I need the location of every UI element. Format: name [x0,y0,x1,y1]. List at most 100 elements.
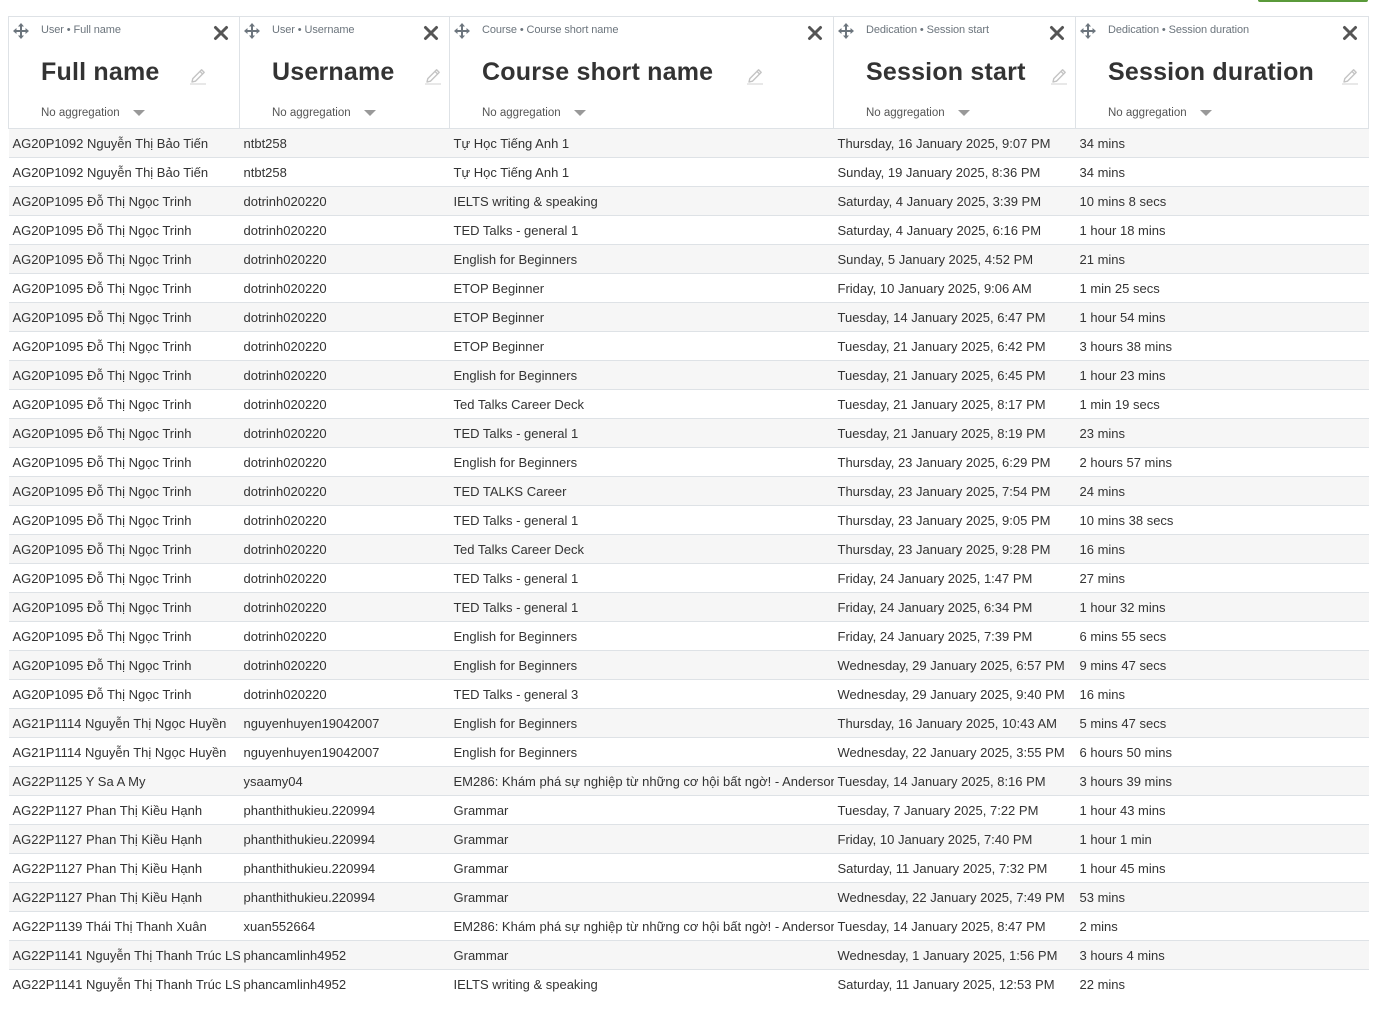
cell-username: phanthithukieu.220994 [239,882,450,912]
aggregation-select[interactable]: No aggregation [1108,107,1213,119]
column-title: Full name [41,58,160,86]
table-row: AG22P1125 Y Sa A My ysaamy04 EM286: Khám p… [8,766,1369,796]
cell-course-short-name: TED Talks - general 1 [449,215,834,245]
table-row: AG20P1092 Nguyễn Thị Bảo Tiến ntbt258 Tự H… [8,128,1369,158]
cell-username: phanthithukieu.220994 [239,795,450,825]
cell-username: ntbt258 [239,157,450,187]
cell-username: dotrinh020220 [239,215,450,245]
chevron-down-icon [132,110,145,116]
cell-username: dotrinh020220 [239,302,450,332]
cell-course-short-name: English for Beginners [449,360,834,390]
table-row: AG20P1095 Đỗ Thị Ngọc Trinh dotrinh020220… [8,244,1369,274]
cell-course-short-name: TED Talks - general 1 [449,592,834,622]
cell-full-name: AG20P1095 Đỗ Thị Ngọc Trinh [8,534,240,564]
cell-course-short-name: Grammar [449,824,834,854]
cell-username: phanthithukieu.220994 [239,824,450,854]
cell-course-short-name: English for Beginners [449,447,834,477]
move-icon[interactable] [454,23,470,39]
column-header-username: User • Username Username No aggregation [239,16,450,129]
table-row: AG20P1095 Đỗ Thị Ngọc Trinh dotrinh020220… [8,418,1369,448]
table-row: AG20P1095 Đỗ Thị Ngọc Trinh dotrinh020220… [8,331,1369,361]
cell-username: dotrinh020220 [239,244,450,274]
cell-username: xuan552664 [239,911,450,941]
cell-session-duration: 22 mins [1075,969,1369,998]
cell-session-start: Friday, 10 January 2025, 9:06 AM [833,273,1076,303]
cell-username: nguyenhuyen19042007 [239,708,450,738]
cell-full-name: AG20P1095 Đỗ Thị Ngọc Trinh [8,679,240,709]
cell-session-start: Sunday, 19 January 2025, 8:36 PM [833,157,1076,187]
cell-session-duration: 1 min 25 secs [1075,273,1369,303]
cell-course-short-name: TED Talks - general 1 [449,418,834,448]
cell-full-name: AG22P1141 Nguyễn Thị Thanh Trúc LS [8,940,240,970]
move-icon[interactable] [838,23,854,39]
close-icon[interactable] [807,25,823,41]
table-row: AG22P1141 Nguyễn Thị Thanh Trúc LS phanca… [8,969,1369,998]
aggregation-select[interactable]: No aggregation [866,107,971,119]
cell-username: ntbt258 [239,128,450,158]
cell-course-short-name: ETOP Beginner [449,302,834,332]
table-row: AG22P1127 Phan Thị Kiều Hạnh phanthithuki… [8,795,1369,825]
cell-username: dotrinh020220 [239,679,450,709]
cell-full-name: AG20P1095 Đỗ Thị Ngọc Trinh [8,505,240,535]
column-header-full-name: User • Full name Full name No aggregation [8,16,240,129]
pencil-icon[interactable] [189,67,207,85]
table-row: AG20P1095 Đỗ Thị Ngọc Trinh dotrinh020220… [8,186,1369,216]
cell-username: dotrinh020220 [239,418,450,448]
cell-full-name: AG21P1114 Nguyễn Thị Ngọc Huyền [8,708,240,738]
cell-username: dotrinh020220 [239,650,450,680]
cell-full-name: AG20P1095 Đỗ Thị Ngọc Trinh [8,302,240,332]
cell-session-start: Saturday, 11 January 2025, 7:32 PM [833,853,1076,883]
move-icon[interactable] [13,23,29,39]
close-icon[interactable] [213,25,229,41]
cell-session-start: Tuesday, 14 January 2025, 8:47 PM [833,911,1076,941]
table-row: AG20P1095 Đỗ Thị Ngọc Trinh dotrinh020220… [8,273,1369,303]
cell-full-name: AG20P1095 Đỗ Thị Ngọc Trinh [8,244,240,274]
cell-session-duration: 1 hour 32 mins [1075,592,1369,622]
cell-session-duration: 3 hours 38 mins [1075,331,1369,361]
cell-full-name: AG22P1125 Y Sa A My [8,766,240,796]
move-icon[interactable] [1080,23,1096,39]
close-icon[interactable] [423,25,439,41]
table-row: AG20P1092 Nguyễn Thị Bảo Tiến ntbt258 Tự H… [8,157,1369,187]
cell-username: dotrinh020220 [239,273,450,303]
cell-session-duration: 53 mins [1075,882,1369,912]
cell-session-duration: 21 mins [1075,244,1369,274]
pencil-icon[interactable] [1341,67,1359,85]
column-source-label: Course • Course short name [482,24,619,36]
move-icon[interactable] [244,23,260,39]
cell-session-start: Tuesday, 14 January 2025, 6:47 PM [833,302,1076,332]
cell-full-name: AG20P1095 Đỗ Thị Ngọc Trinh [8,273,240,303]
pencil-icon[interactable] [746,67,764,85]
cell-course-short-name: IELTS writing & speaking [449,186,834,216]
cell-full-name: AG20P1092 Nguyễn Thị Bảo Tiến [8,157,240,187]
cell-session-start: Friday, 24 January 2025, 1:47 PM [833,563,1076,593]
cell-session-start: Wednesday, 29 January 2025, 9:40 PM [833,679,1076,709]
close-icon[interactable] [1342,25,1358,41]
column-source-label: User • Full name [41,24,121,36]
cell-session-duration: 1 hour 23 mins [1075,360,1369,390]
table-row: AG20P1095 Đỗ Thị Ngọc Trinh dotrinh020220… [8,534,1369,564]
aggregation-select[interactable]: No aggregation [272,107,377,119]
cell-username: nguyenhuyen19042007 [239,737,450,767]
cell-course-short-name: IELTS writing & speaking [449,969,834,998]
cell-username: dotrinh020220 [239,592,450,622]
cell-session-duration: 16 mins [1075,534,1369,564]
column-source-label: Dedication • Session start [866,24,989,36]
cell-course-short-name: English for Beginners [449,737,834,767]
cell-session-start: Tuesday, 21 January 2025, 8:17 PM [833,389,1076,419]
cell-full-name: AG22P1141 Nguyễn Thị Thanh Trúc LS [8,969,240,998]
close-icon[interactable] [1049,25,1065,41]
cell-full-name: AG22P1127 Phan Thị Kiều Hạnh [8,824,240,854]
aggregation-select[interactable]: No aggregation [482,107,587,119]
chevron-down-icon [1199,110,1212,116]
cell-course-short-name: Ted Talks Career Deck [449,389,834,419]
aggregation-select[interactable]: No aggregation [41,107,146,119]
report-table: User • Full name Full name No aggregation U… [8,16,1369,998]
pencil-icon[interactable] [1050,67,1068,85]
cell-course-short-name: English for Beginners [449,708,834,738]
cell-course-short-name: EM286: Khám phá sự nghiệp từ những cơ hộ… [449,766,834,796]
pencil-icon[interactable] [424,67,442,85]
cell-course-short-name: Grammar [449,853,834,883]
cell-course-short-name: English for Beginners [449,650,834,680]
column-header-session-start: Dedication • Session start Session start N… [833,16,1076,129]
